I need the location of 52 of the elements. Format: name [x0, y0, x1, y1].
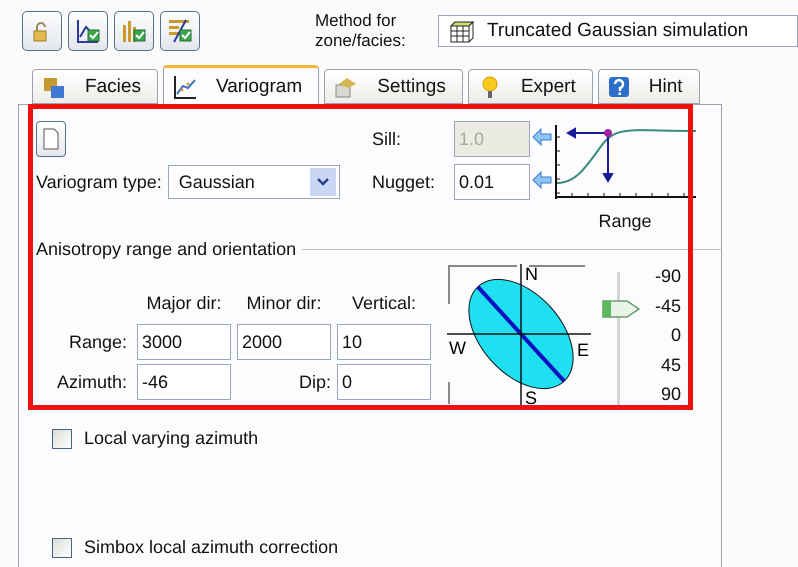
chart-icon — [172, 74, 198, 100]
variogram-type-dropdown[interactable]: Gaussian — [168, 165, 340, 199]
chart-axis-label: Range — [598, 210, 652, 232]
scale-label: -45 — [654, 296, 681, 316]
grid-cube-icon — [449, 19, 475, 43]
column-header: Vertical: — [352, 293, 416, 315]
tab[interactable]: Variogram — [162, 65, 320, 105]
caret-icon — [316, 177, 330, 187]
nugget-field[interactable]: 0.01 — [454, 164, 530, 200]
tab[interactable]: Settings — [324, 69, 463, 104]
help-icon — [606, 74, 631, 98]
unlock-button[interactable] — [22, 11, 62, 51]
west-label: W — [449, 338, 466, 358]
group-title: Anisotropy range and orientation — [36, 239, 296, 260]
method-value: Truncated Gaussian simulation — [487, 20, 748, 42]
range-field[interactable]: 2000 — [237, 324, 331, 360]
tab[interactable]: Hint — [598, 69, 700, 104]
bar-chart-check-button[interactable] — [114, 11, 154, 51]
left-arrow-icon[interactable] — [532, 128, 552, 146]
column-header: Minor dir: — [246, 293, 322, 315]
method-label: Method for zone/facies: — [315, 11, 407, 51]
column-header: Major dir: — [146, 293, 222, 315]
east-label: E — [577, 340, 590, 360]
document-icon — [43, 128, 59, 150]
method-field[interactable]: Truncated Gaussian simulation — [438, 15, 798, 47]
chart-check-icon — [74, 17, 102, 45]
azimuth-label: Azimuth: — [56, 372, 128, 392]
range-label: Range: — [68, 332, 128, 352]
nugget-label: Nugget: — [372, 172, 436, 192]
scale-label: 0 — [670, 325, 681, 345]
sill-label: Sill: — [372, 128, 402, 150]
tab[interactable]: Facies — [32, 69, 158, 104]
chart-check-button[interactable] — [68, 11, 108, 51]
scale-label: 45 — [660, 354, 681, 374]
variogram-type-value: Gaussian — [178, 172, 255, 192]
north-label: N — [525, 264, 538, 284]
tab[interactable]: Expert — [468, 69, 593, 104]
dip-field[interactable]: 0 — [337, 364, 431, 400]
range-field[interactable]: 10 — [337, 324, 431, 360]
scale-label: -90 — [654, 266, 681, 286]
azimuth-field[interactable]: -46 — [137, 364, 231, 400]
variogram-type-label: Variogram type: — [36, 172, 162, 192]
list-check-button[interactable] — [160, 11, 200, 51]
range-field[interactable]: 3000 — [137, 324, 231, 360]
checkbox-option[interactable]: Simbox local azimuth correction — [52, 537, 338, 558]
left-arrow-icon[interactable] — [532, 170, 552, 188]
scale-label: 90 — [660, 384, 681, 404]
checkbox-option[interactable]: Local varying azimuth — [52, 428, 258, 449]
new-document-button[interactable] — [36, 121, 66, 157]
south-label: S — [525, 388, 538, 406]
list-check-icon — [166, 17, 194, 45]
dip-label: Dip: — [298, 372, 331, 392]
